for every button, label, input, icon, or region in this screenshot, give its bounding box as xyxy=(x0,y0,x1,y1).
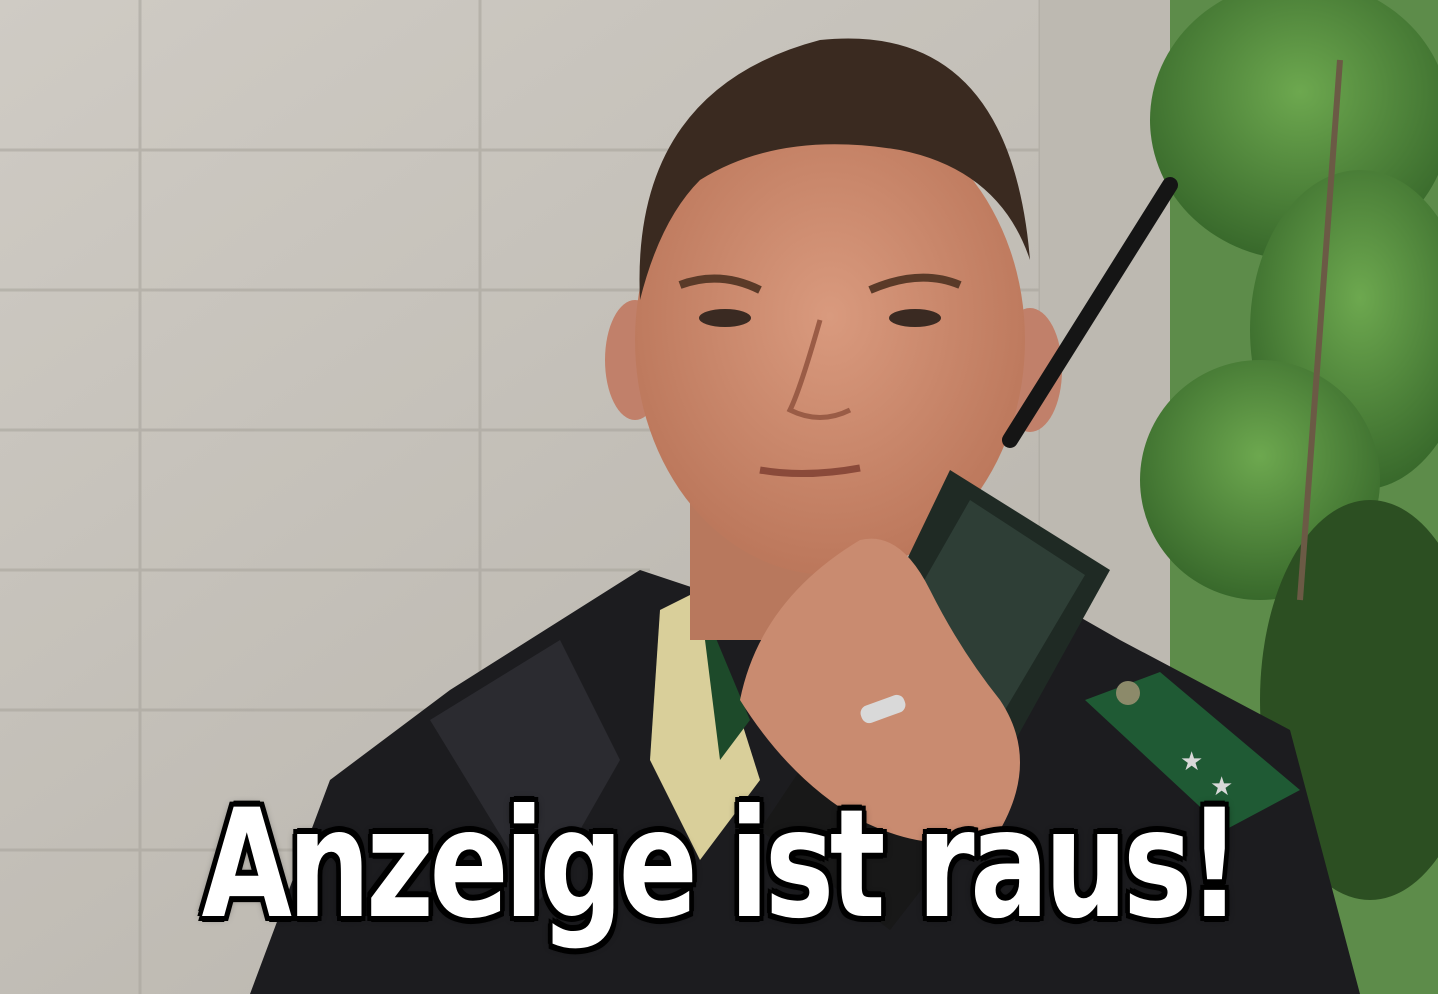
meme-image: ★ ★ Anzeige ist raus! xyxy=(0,0,1438,994)
eye-left xyxy=(699,309,751,327)
meme-caption: Anzeige ist raus! xyxy=(201,778,1241,952)
eye-right xyxy=(889,309,941,327)
svg-text:★: ★ xyxy=(1180,747,1203,777)
